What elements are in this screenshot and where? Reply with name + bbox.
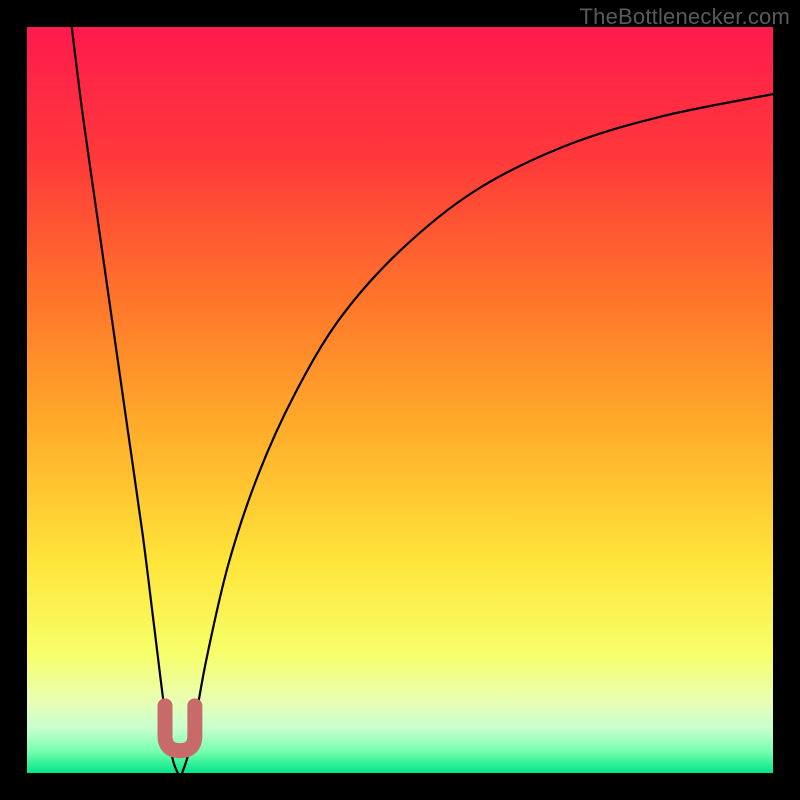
curve-right-branch	[182, 94, 773, 773]
plot-area	[27, 27, 773, 773]
chart-frame: TheBottlenecker.com	[0, 0, 800, 800]
bottleneck-curve-svg	[27, 27, 773, 773]
curve-left-branch	[72, 27, 178, 773]
optimum-marker	[165, 706, 195, 751]
watermark-text: TheBottlenecker.com	[580, 4, 790, 30]
